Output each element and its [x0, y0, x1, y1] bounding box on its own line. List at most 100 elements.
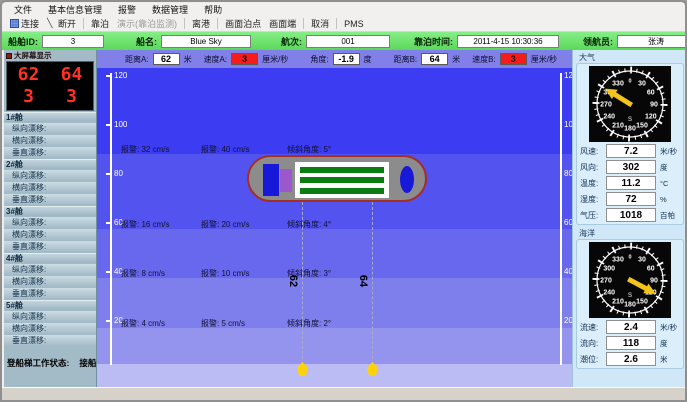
axis-tick: 20: [564, 316, 572, 325]
ocean-section: 0 30 60 90 120 150 180 210 240 270 300 3…: [576, 239, 684, 369]
drift-group-1: 1#舱 纵向漂移: 横向漂移: 垂直漂移:: [4, 112, 96, 158]
current-direction-row: 流向: 118 度: [580, 336, 680, 350]
menu-file[interactable]: 文件: [14, 3, 32, 16]
svg-text:90: 90: [650, 278, 658, 285]
ladder-status-value: 接船: [79, 358, 96, 368]
svg-text:330: 330: [612, 257, 624, 264]
svg-text:60: 60: [647, 266, 655, 273]
vertical-drift-label: 垂直漂移:: [4, 288, 96, 299]
speed-a-label: 速度A:: [204, 54, 228, 65]
vertical-drift-label: 垂直漂移:: [4, 147, 96, 158]
svg-text:0: 0: [628, 79, 631, 85]
svg-text:270: 270: [600, 102, 612, 109]
ship-bow-block: [263, 164, 279, 196]
distance-b-value: 64: [421, 53, 448, 65]
longitudinal-drift-label: 纵向漂移:: [4, 170, 96, 181]
pressure-row: 气压: 1018 百帕: [580, 208, 680, 222]
connect-button[interactable]: 连接: [6, 16, 43, 31]
berth-time-field[interactable]: 2011-4-15 10:30:36: [457, 35, 559, 48]
led-speed-b: 3: [66, 88, 77, 106]
range-value-b: 64: [357, 275, 369, 287]
led-speed-a: 3: [23, 88, 34, 106]
axis-tick: 80: [564, 169, 572, 178]
humidity-value: 72: [606, 192, 656, 206]
ocean-section-title: 海洋: [575, 227, 685, 239]
disconnect-button[interactable]: ╲断开: [43, 16, 80, 31]
screen-side-button[interactable]: 画面端: [265, 16, 300, 31]
speed-b-value: 3: [500, 53, 527, 65]
ship-info-bar: 船舶ID: 3 船名: Blue Sky 航次: 001 靠泊时间: 2011-…: [2, 32, 685, 50]
led-distance-a: 62: [18, 66, 40, 84]
pressure-value: 1018: [606, 208, 656, 222]
angle-label: 角度:: [310, 54, 328, 65]
menu-data[interactable]: 数据管理: [152, 3, 188, 16]
big-display-title: 大屏幕显示: [4, 50, 96, 61]
distance-b-unit: 米: [452, 54, 460, 65]
berthing-chart: 120 100 80 60 40 20 120 100 80 60 40 20 …: [97, 68, 572, 387]
weather-section-title: 大气: [575, 51, 685, 63]
svg-text:240: 240: [603, 114, 615, 121]
wind-speed-value: 7.2: [606, 144, 656, 158]
svg-text:30: 30: [638, 81, 646, 88]
voyage-field[interactable]: 001: [306, 35, 390, 48]
group-header: 4#舱: [4, 253, 96, 263]
distance-b-label: 距离B:: [394, 54, 418, 65]
dock-strip: [97, 364, 572, 387]
deck-stripe: [300, 188, 384, 194]
svg-text:180: 180: [624, 302, 636, 309]
menu-help[interactable]: 帮助: [204, 3, 222, 16]
svg-text:30: 30: [638, 257, 646, 264]
svg-text:180: 180: [624, 126, 636, 133]
weather-section: 0 30 60 90 120 150 180 210 240 270 300 3…: [576, 63, 684, 225]
ship-id-field[interactable]: 3: [42, 35, 104, 48]
svg-text:240: 240: [603, 290, 615, 297]
lateral-drift-label: 横向漂移:: [4, 323, 96, 334]
ship-name-label: 船名:: [136, 35, 157, 48]
toolbar-separator: [184, 18, 185, 29]
svg-text:210: 210: [612, 298, 624, 305]
berth-point-button[interactable]: 画面泊点: [221, 16, 265, 31]
longitudinal-drift-label: 纵向漂移:: [4, 311, 96, 322]
humidity-row: 湿度: 72 %: [580, 192, 680, 206]
speed-a-unit: 厘米/秒: [262, 54, 288, 65]
alarm-threshold-line: 报警: 4 cm/s报警: 5 cm/s倾斜角度: 2°: [121, 318, 331, 329]
cancel-button[interactable]: 取消: [307, 16, 333, 31]
drift-group-4: 4#舱 纵向漂移: 横向漂移: 垂直漂移:: [4, 253, 96, 299]
group-header: 5#舱: [4, 300, 96, 310]
angle-value: -1.9: [333, 53, 360, 65]
svg-text:0: 0: [628, 255, 631, 261]
range-value-a: 62: [287, 275, 299, 287]
tide-level-row: 潮位: 2.6 米: [580, 352, 680, 366]
svg-text:270: 270: [600, 278, 612, 285]
lateral-drift-label: 横向漂移:: [4, 135, 96, 146]
tide-level-value: 2.6: [606, 352, 656, 366]
menu-alarm[interactable]: 报警: [118, 3, 136, 16]
wind-direction-row: 风向: 302 度: [580, 160, 680, 174]
svg-text:330: 330: [612, 81, 624, 88]
svg-text:60: 60: [647, 90, 655, 97]
depart-button[interactable]: 离港: [188, 16, 214, 31]
longitudinal-drift-label: 纵向漂移:: [4, 264, 96, 275]
distance-a-value: 62: [153, 53, 180, 65]
ship-name-field[interactable]: Blue Sky: [161, 35, 251, 48]
longitudinal-drift-label: 纵向漂移:: [4, 217, 96, 228]
right-axis: [560, 73, 562, 365]
berth-button[interactable]: 靠泊: [87, 16, 113, 31]
current-speed-row: 流速: 2.4 米/秒: [580, 320, 680, 334]
speed-b-unit: 厘米/秒: [531, 54, 557, 65]
axis-tick: 120: [114, 71, 127, 80]
speed-a-value: 3: [231, 53, 258, 65]
axis-tick: 120: [564, 71, 572, 80]
vertical-drift-label: 垂直漂移:: [4, 194, 96, 205]
pilot-field[interactable]: 张涛: [617, 35, 687, 48]
drift-group-5: 5#舱 纵向漂移: 横向漂移: 垂直漂移:: [4, 300, 96, 346]
toolbar-separator: [336, 18, 337, 29]
pms-button[interactable]: PMS: [340, 18, 368, 30]
svg-text:210: 210: [612, 122, 624, 129]
axis-tick: 100: [114, 120, 127, 129]
display-icon: [6, 53, 12, 59]
group-header: 2#舱: [4, 159, 96, 169]
menu-basic-info[interactable]: 基本信息管理: [48, 3, 102, 16]
chart-band: [97, 328, 572, 364]
connect-icon: [10, 19, 19, 28]
